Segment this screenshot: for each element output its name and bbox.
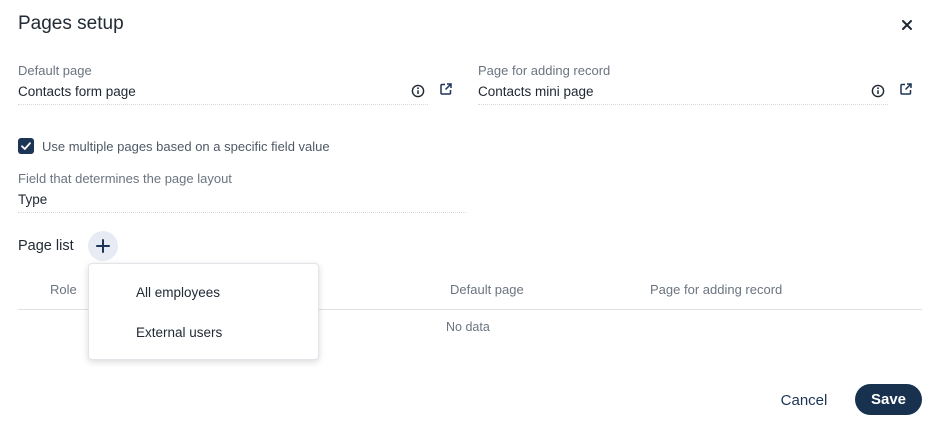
column-header-add-record-page: Page for adding record	[650, 282, 783, 297]
add-page-button[interactable]	[88, 231, 118, 261]
layout-field-underline	[18, 212, 466, 213]
add-record-page-label: Page for adding record	[478, 63, 611, 78]
dialog-title: Pages setup	[18, 13, 124, 34]
cancel-button[interactable]: Cancel	[768, 384, 840, 416]
page-list-title: Page list	[18, 238, 74, 254]
default-page-open-icon[interactable]	[439, 82, 453, 96]
default-page-label: Default page	[18, 63, 92, 78]
add-record-page-field[interactable]: Contacts mini page	[478, 84, 594, 99]
add-record-page-open-icon[interactable]	[899, 82, 913, 96]
default-page-field[interactable]: Contacts form page	[18, 84, 136, 99]
column-header-default-page: Default page	[450, 282, 524, 297]
layout-field-input[interactable]: Type	[18, 192, 47, 207]
add-record-page-underline	[478, 104, 888, 105]
menu-item-all-employees[interactable]: All employees	[136, 285, 220, 300]
default-page-underline	[18, 104, 428, 105]
layout-field-label: Field that determines the page layout	[18, 171, 232, 186]
multiple-pages-checkbox[interactable]	[18, 138, 34, 154]
add-record-page-info-icon[interactable]	[871, 84, 885, 98]
close-icon	[902, 20, 912, 30]
role-dropdown-menu: All employees External users	[88, 263, 319, 360]
plus-icon	[96, 239, 110, 253]
empty-table-message: No data	[446, 320, 490, 334]
menu-item-external-users[interactable]: External users	[136, 325, 222, 340]
default-page-info-icon[interactable]	[411, 84, 425, 98]
close-button[interactable]	[897, 15, 917, 35]
multiple-pages-checkbox-label[interactable]: Use multiple pages based on a specific f…	[42, 139, 330, 154]
save-button[interactable]: Save	[855, 384, 922, 415]
column-header-role: Role	[50, 282, 77, 297]
checkmark-icon	[21, 142, 31, 150]
